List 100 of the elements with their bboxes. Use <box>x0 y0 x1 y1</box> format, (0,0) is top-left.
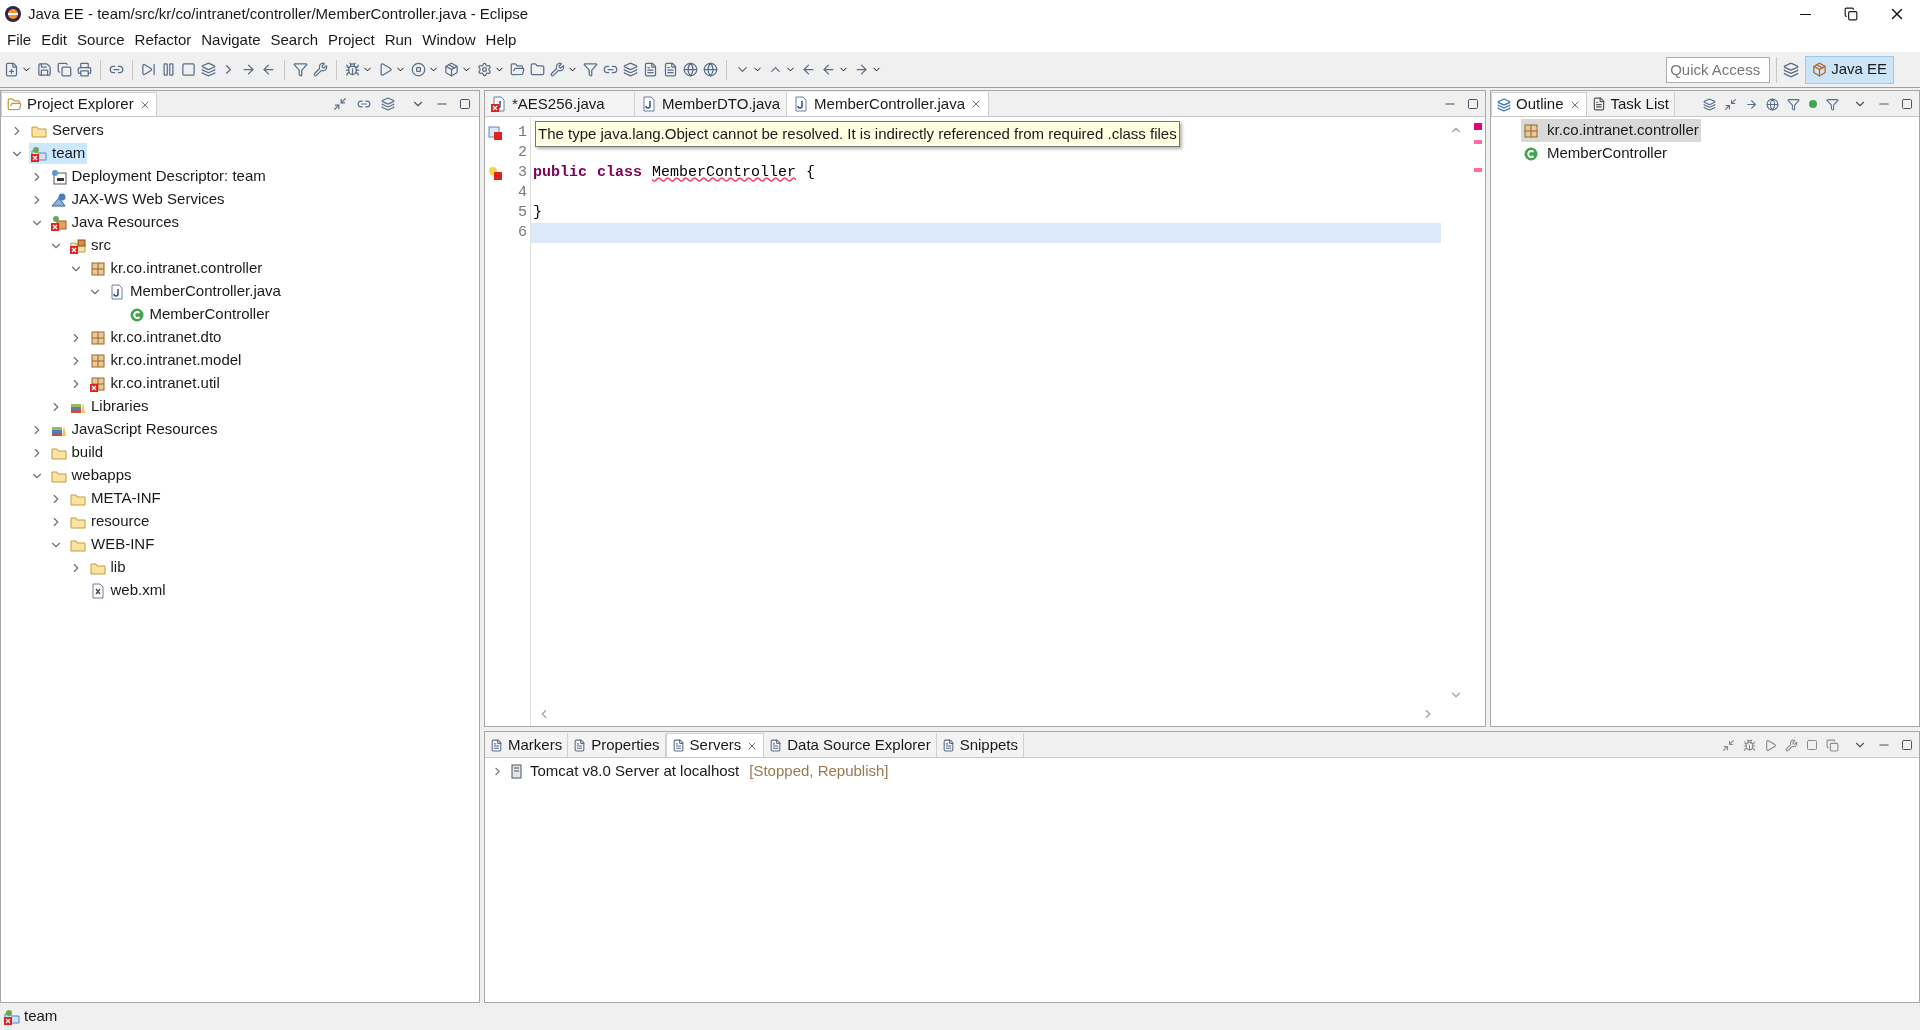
server-name[interactable]: Tomcat v8.0 Server at localhost <box>530 760 740 783</box>
panel-tab[interactable]: Outline <box>1491 92 1587 116</box>
maximize-icon[interactable] <box>1901 98 1913 110</box>
server-icon <box>510 763 524 780</box>
java-file-icon <box>793 96 810 112</box>
tree-item[interactable]: kr.co.intranet.controller <box>87 258 265 279</box>
collapse-all-icon[interactable] <box>1722 738 1735 752</box>
menu-item[interactable]: Edit <box>36 28 73 52</box>
new-file-icon[interactable] <box>4 62 19 77</box>
error-badge-icon <box>89 383 98 392</box>
perspective-icon <box>1812 62 1828 77</box>
forward-icon[interactable] <box>854 62 869 77</box>
open-folder-icon[interactable] <box>530 62 545 77</box>
error-badge-icon <box>70 245 78 254</box>
outline-item[interactable]: MemberController <box>1521 142 1670 165</box>
globe-icon[interactable] <box>683 62 698 77</box>
tree-item[interactable]: Servers <box>29 120 106 141</box>
start-server-icon[interactable] <box>1764 738 1777 752</box>
tree-item[interactable]: kr.co.intranet.dto <box>87 327 224 348</box>
panel-tab[interactable]: Servers <box>665 733 765 757</box>
error-marker-icon[interactable] <box>488 126 502 140</box>
perspective-button[interactable]: Java EE <box>1805 55 1894 84</box>
back-icon[interactable] <box>821 62 836 77</box>
stop-server-icon[interactable] <box>1806 739 1818 751</box>
tree-item[interactable]: webapps <box>48 465 134 486</box>
tree-item[interactable]: MemberController <box>126 304 272 325</box>
print-icon[interactable] <box>77 62 92 77</box>
error-overview-marker[interactable] <box>1474 168 1482 172</box>
status-text: team <box>24 1006 58 1027</box>
menu-item[interactable]: Run <box>379 28 418 52</box>
save-icon[interactable] <box>37 62 52 77</box>
task-list-icon <box>1591 97 1606 111</box>
package-icon <box>1523 122 1539 139</box>
tree-item[interactable]: kr.co.intranet.util <box>87 373 222 394</box>
suspend-icon[interactable] <box>161 62 176 77</box>
resume-icon[interactable] <box>141 62 156 77</box>
menu-item[interactable]: Help <box>480 28 522 52</box>
line-number: 4 <box>517 182 527 203</box>
run-icon[interactable] <box>378 62 393 77</box>
view-icon <box>941 738 955 752</box>
xml-file-icon <box>89 582 106 599</box>
package-icon <box>89 260 106 277</box>
code-token: class <box>597 162 643 183</box>
link-editor-icon[interactable] <box>357 97 371 111</box>
quick-fix-error-icon[interactable] <box>488 166 502 180</box>
close-icon[interactable] <box>970 98 982 110</box>
quick-access-field[interactable]: Quick Access <box>1666 56 1771 83</box>
tree-item[interactable]: JavaScript Resources <box>48 419 220 440</box>
menu-item[interactable]: Project <box>323 28 380 52</box>
project-explorer-icon <box>7 97 22 112</box>
menu-item[interactable]: Search <box>265 28 323 52</box>
debug-icon[interactable] <box>345 62 360 77</box>
error-overview-marker[interactable] <box>1474 123 1482 130</box>
descriptor-icon <box>50 168 67 185</box>
menu-item[interactable]: Refactor <box>129 28 197 52</box>
tree-item[interactable]: MemberController.java <box>107 281 283 302</box>
tree-item[interactable]: kr.co.intranet.model <box>87 350 244 371</box>
menu-item[interactable]: Source <box>72 28 130 52</box>
line-number: 6 <box>517 222 527 243</box>
code-token: } <box>533 202 542 223</box>
maximize-icon[interactable] <box>459 98 471 110</box>
tree-item[interactable]: Deployment Descriptor: team <box>48 166 268 187</box>
class-icon <box>128 306 145 323</box>
tree-item[interactable]: Libraries <box>68 396 151 417</box>
java-file-icon <box>641 96 657 112</box>
menu-item[interactable]: Navigate <box>196 28 266 52</box>
app-icon <box>4 5 22 23</box>
collapse-all-icon[interactable] <box>1724 97 1737 111</box>
collapse-all-icon[interactable] <box>333 97 347 111</box>
tree-item[interactable]: WEB-INF <box>68 534 157 555</box>
tree-item[interactable]: lib <box>87 557 128 578</box>
code-token: { <box>806 162 816 183</box>
maximize-icon[interactable] <box>1901 739 1913 751</box>
outline-item[interactable]: kr.co.intranet.controller <box>1521 119 1701 142</box>
java-file-icon <box>109 283 125 300</box>
tree-item[interactable]: JAX-WS Web Services <box>48 189 227 210</box>
error-badge-icon <box>4 1016 12 1025</box>
package-icon <box>89 329 106 346</box>
panel-tab[interactable]: Project Explorer <box>1 92 157 116</box>
code-token: public <box>533 162 587 183</box>
tree-item[interactable]: resource <box>68 511 152 532</box>
tree-item[interactable]: Java Resources <box>48 212 182 233</box>
menu-item[interactable]: Window <box>417 28 481 52</box>
error-overview-marker[interactable] <box>1474 140 1482 144</box>
tree-item[interactable]: build <box>48 442 106 463</box>
package-icon <box>89 352 106 369</box>
tree-item[interactable]: web.xml <box>87 580 168 601</box>
resources-icon <box>50 214 67 231</box>
line-number: 5 <box>517 202 527 223</box>
debug-server-icon[interactable] <box>1743 738 1756 752</box>
stop-icon[interactable] <box>181 62 196 77</box>
view-icon <box>671 739 685 752</box>
tree-item[interactable]: src <box>68 235 113 256</box>
tree-item[interactable]: META-INF <box>68 488 163 509</box>
editor-tab[interactable]: MemberController.java <box>787 92 989 116</box>
menu-item[interactable]: File <box>2 28 37 52</box>
error-badge-icon <box>491 104 499 112</box>
tree-item[interactable]: team <box>29 143 88 164</box>
maximize-icon[interactable] <box>1467 98 1479 110</box>
view-icon <box>573 738 587 752</box>
